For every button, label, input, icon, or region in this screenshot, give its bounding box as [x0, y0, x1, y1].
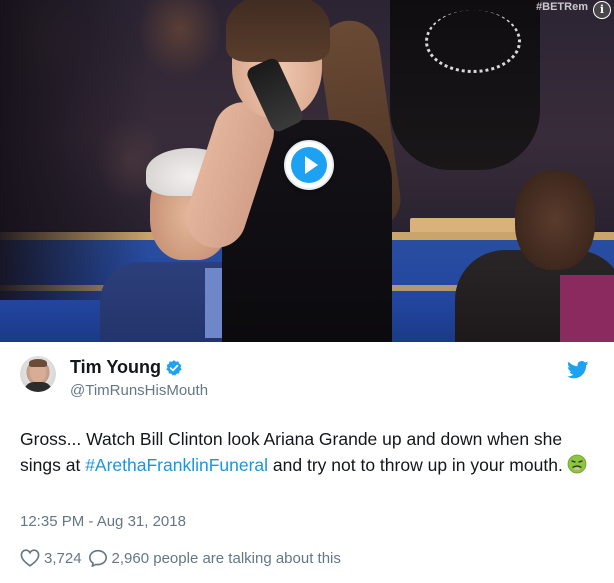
author-handle[interactable]: @TimRunsHisMouth: [70, 382, 208, 399]
play-button[interactable]: [284, 140, 334, 190]
singer-hair: [226, 0, 330, 62]
avatar-hair: [29, 359, 47, 367]
necktie: [205, 268, 223, 338]
tweet-actions: 3,724 2,960 people are talking about thi…: [20, 549, 341, 567]
heart-icon[interactable]: [20, 549, 40, 567]
play-icon: [305, 156, 318, 174]
nauseated-face-emoji: [567, 454, 587, 474]
author-display-name[interactable]: Tim Young: [70, 357, 161, 378]
info-icon[interactable]: i: [593, 1, 611, 19]
tweet-timestamp[interactable]: 12:35 PM - Aug 31, 2018: [20, 513, 186, 530]
embedded-tweet-card: #BETRem i Tim Young @TimRunsHisMouth Gro…: [0, 0, 614, 583]
verified-badge-icon: [166, 359, 182, 376]
video-thumbnail[interactable]: #BETRem i: [0, 0, 614, 342]
clergyman-head: [515, 170, 595, 270]
beaded-neckline: [425, 10, 521, 73]
like-count[interactable]: 3,724: [44, 550, 82, 567]
avatar-shirt: [24, 382, 52, 392]
purple-clerical-shirt: [560, 275, 614, 342]
reply-bubble-icon[interactable]: [88, 549, 108, 567]
talking-about-link[interactable]: 2,960 people are talking about this: [112, 550, 341, 567]
shadow-overlay: [0, 0, 150, 300]
twitter-bird-icon[interactable]: [567, 361, 589, 379]
avatar[interactable]: [20, 356, 56, 392]
tweet-text-end: and try not to throw up in your mouth.: [268, 455, 563, 475]
broadcast-watermark: #BETRem: [536, 1, 588, 13]
hashtag-link[interactable]: #ArethaFranklinFuneral: [85, 455, 268, 475]
author-name-row[interactable]: Tim Young: [70, 357, 183, 378]
tweet-text: Gross... Watch Bill Clinton look Ariana …: [20, 426, 600, 478]
